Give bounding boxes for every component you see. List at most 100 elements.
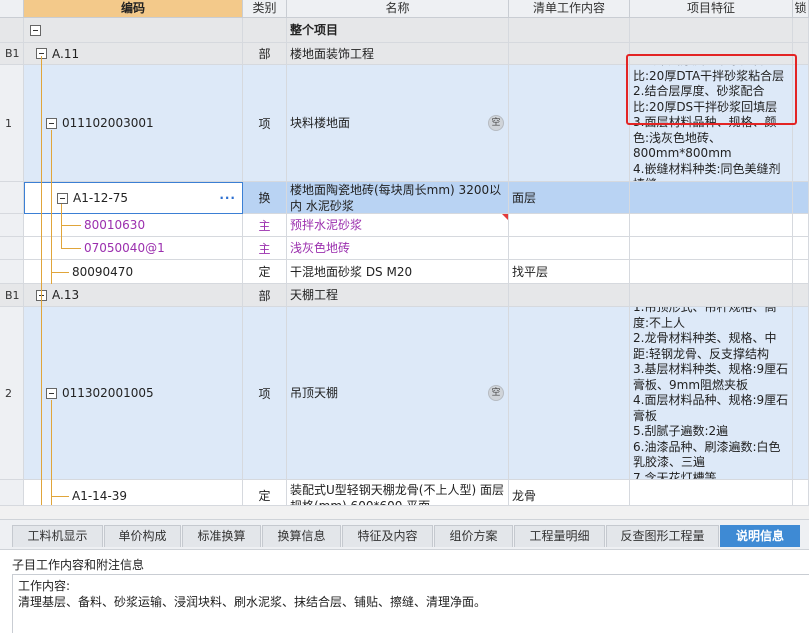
extra-cell [793, 18, 809, 43]
type-cell[interactable]: 项 [243, 307, 287, 480]
tab-description[interactable]: 说明信息 [720, 525, 800, 547]
empty-badge-icon[interactable]: 空 [488, 385, 504, 401]
more-options-icon[interactable]: ··· [219, 191, 236, 205]
row-number: B1 [0, 284, 24, 307]
name-cell[interactable]: 干混地面砂浆 DS M20 [287, 260, 509, 284]
detail-tab-bar: 工料机显示 单价构成 标准换算 换算信息 特征及内容 组价方案 工程量明细 反查… [0, 519, 809, 550]
content-cell[interactable]: 找平层 [509, 260, 630, 284]
name-cell[interactable]: 楼地面装饰工程 [287, 43, 509, 65]
code-cell[interactable]: A.13 [24, 284, 243, 307]
type-cell[interactable] [243, 18, 287, 43]
tab-standard-conversion[interactable]: 标准换算 [182, 525, 261, 547]
name-text: 吊顶天棚 [290, 386, 339, 400]
code-cell[interactable]: 07050040@1 [24, 237, 243, 260]
table-row-material[interactable]: 80010630 主 预拌水泥砂浆 [0, 214, 809, 237]
header-code[interactable]: 编码 [24, 0, 243, 18]
row-number [0, 214, 24, 237]
content-cell[interactable] [509, 43, 630, 65]
feature-cell[interactable] [630, 284, 793, 307]
header-feature[interactable]: 项目特征 [630, 0, 793, 18]
code-text: A.11 [52, 46, 80, 61]
tab-quantity-detail[interactable]: 工程量明细 [514, 525, 605, 547]
code-text: 011302001005 [62, 386, 154, 400]
code-cell[interactable]: A.11 [24, 43, 243, 65]
type-cell[interactable]: 定 [243, 480, 287, 505]
row-number [0, 182, 24, 214]
type-cell[interactable]: 定 [243, 260, 287, 284]
feature-cell[interactable] [630, 480, 793, 505]
tree-line [61, 204, 62, 249]
code-cell[interactable]: A1-12-75 ··· [24, 182, 243, 214]
collapse-toggle-icon[interactable] [30, 24, 41, 36]
code-cell[interactable]: 011302001005 [24, 307, 243, 480]
content-cell[interactable]: 面层 [509, 182, 630, 214]
header-content[interactable]: 清单工作内容 [509, 0, 630, 18]
code-cell[interactable]: 011102003001 [24, 65, 243, 182]
name-cell[interactable]: 装配式U型轻钢天棚龙骨(不上人型) 面层规格(mm) 600*600 平面 [287, 480, 509, 505]
name-cell[interactable]: 天棚工程 [287, 284, 509, 307]
type-cell[interactable]: 项 [243, 65, 287, 182]
name-cell[interactable]: 预拌水泥砂浆 [287, 214, 509, 237]
extra-cell [793, 284, 809, 307]
table-row-item[interactable]: 2 011302001005 项 吊顶天棚 空 1.吊顶形式、吊杆规格、高度:不… [0, 307, 809, 480]
code-cell[interactable] [24, 18, 243, 43]
collapse-toggle-icon[interactable] [46, 387, 57, 399]
table-row-quota[interactable]: A1-14-39 定 装配式U型轻钢天棚龙骨(不上人型) 面层规格(mm) 60… [0, 480, 809, 505]
name-cell[interactable]: 块料楼地面 空 [287, 65, 509, 182]
feature-cell[interactable] [630, 214, 793, 237]
extra-cell [793, 260, 809, 284]
tree-line [41, 56, 42, 505]
content-cell[interactable] [509, 284, 630, 307]
feature-cell[interactable] [630, 237, 793, 260]
content-cell[interactable] [509, 237, 630, 260]
feature-cell[interactable]: 1.吊顶形式、吊杆规格、高度:不上人 2.龙骨材料种类、规格、中距:轻钢龙骨、反… [630, 307, 793, 480]
table-row-material[interactable]: 07050040@1 主 浅灰色地砖 [0, 237, 809, 260]
type-cell[interactable]: 部 [243, 284, 287, 307]
tree-line [51, 130, 52, 284]
table-row-section[interactable]: B1 A.13 部 天棚工程 [0, 284, 809, 307]
type-cell[interactable]: 部 [243, 43, 287, 65]
code-text: 011102003001 [62, 116, 154, 130]
table-row-material[interactable]: 80090470 定 干混地面砂浆 DS M20 找平层 [0, 260, 809, 284]
row-number [0, 18, 24, 43]
content-cell[interactable] [509, 214, 630, 237]
tab-features-content[interactable]: 特征及内容 [342, 525, 433, 547]
content-cell[interactable] [509, 65, 630, 182]
tab-graphic-quantity[interactable]: 反查图形工程量 [606, 525, 719, 547]
tab-unit-price[interactable]: 单价构成 [104, 525, 181, 547]
feature-cell[interactable] [630, 182, 793, 214]
tab-conversion-info[interactable]: 换算信息 [262, 525, 341, 547]
table-row-quota-selected[interactable]: A1-12-75 ··· 换 楼地面陶瓷地砖(每块周长mm) 3200以内 水泥… [0, 182, 809, 214]
description-textbox[interactable]: 工作内容: 清理基层、备料、砂浆运输、浸润块料、刷水泥浆、抹结合层、铺贴、擦缝、… [12, 574, 809, 633]
feature-cell[interactable] [630, 260, 793, 284]
collapse-toggle-icon[interactable] [46, 117, 57, 129]
header-type[interactable]: 类别 [243, 0, 287, 18]
type-cell[interactable]: 换 [243, 182, 287, 214]
bill-grid[interactable]: 编码 类别 名称 清单工作内容 项目特征 锁 整个项目 B1 A.11 部 楼地… [0, 0, 809, 505]
content-cell[interactable] [509, 18, 630, 43]
table-row-project[interactable]: 整个项目 [0, 18, 809, 43]
name-cell[interactable]: 浅灰色地砖 [287, 237, 509, 260]
content-cell[interactable] [509, 307, 630, 480]
row-number: 1 [0, 65, 24, 182]
empty-badge-icon[interactable]: 空 [488, 115, 504, 131]
code-cell[interactable]: A1-14-39 [24, 480, 243, 505]
feature-cell[interactable] [630, 18, 793, 43]
type-cell[interactable]: 主 [243, 237, 287, 260]
name-cell[interactable]: 楼地面陶瓷地砖(每块周长mm) 3200以内 水泥砂浆 [287, 182, 509, 214]
horizontal-scrollbar[interactable] [0, 505, 809, 519]
row-number [0, 237, 24, 260]
header-name[interactable]: 名称 [287, 0, 509, 18]
collapse-toggle-icon[interactable] [57, 192, 68, 204]
header-extra[interactable]: 锁 [793, 0, 809, 18]
tab-labor-material[interactable]: 工料机显示 [12, 525, 103, 547]
row-number: 2 [0, 307, 24, 480]
name-cell[interactable]: 整个项目 [287, 18, 509, 43]
type-cell[interactable]: 主 [243, 214, 287, 237]
extra-cell [793, 307, 809, 480]
row-number [0, 260, 24, 284]
name-cell[interactable]: 吊顶天棚 空 [287, 307, 509, 480]
tab-pricing-plan[interactable]: 组价方案 [434, 525, 513, 547]
content-cell[interactable]: 龙骨 [509, 480, 630, 505]
code-cell[interactable]: 80010630 [24, 214, 243, 237]
